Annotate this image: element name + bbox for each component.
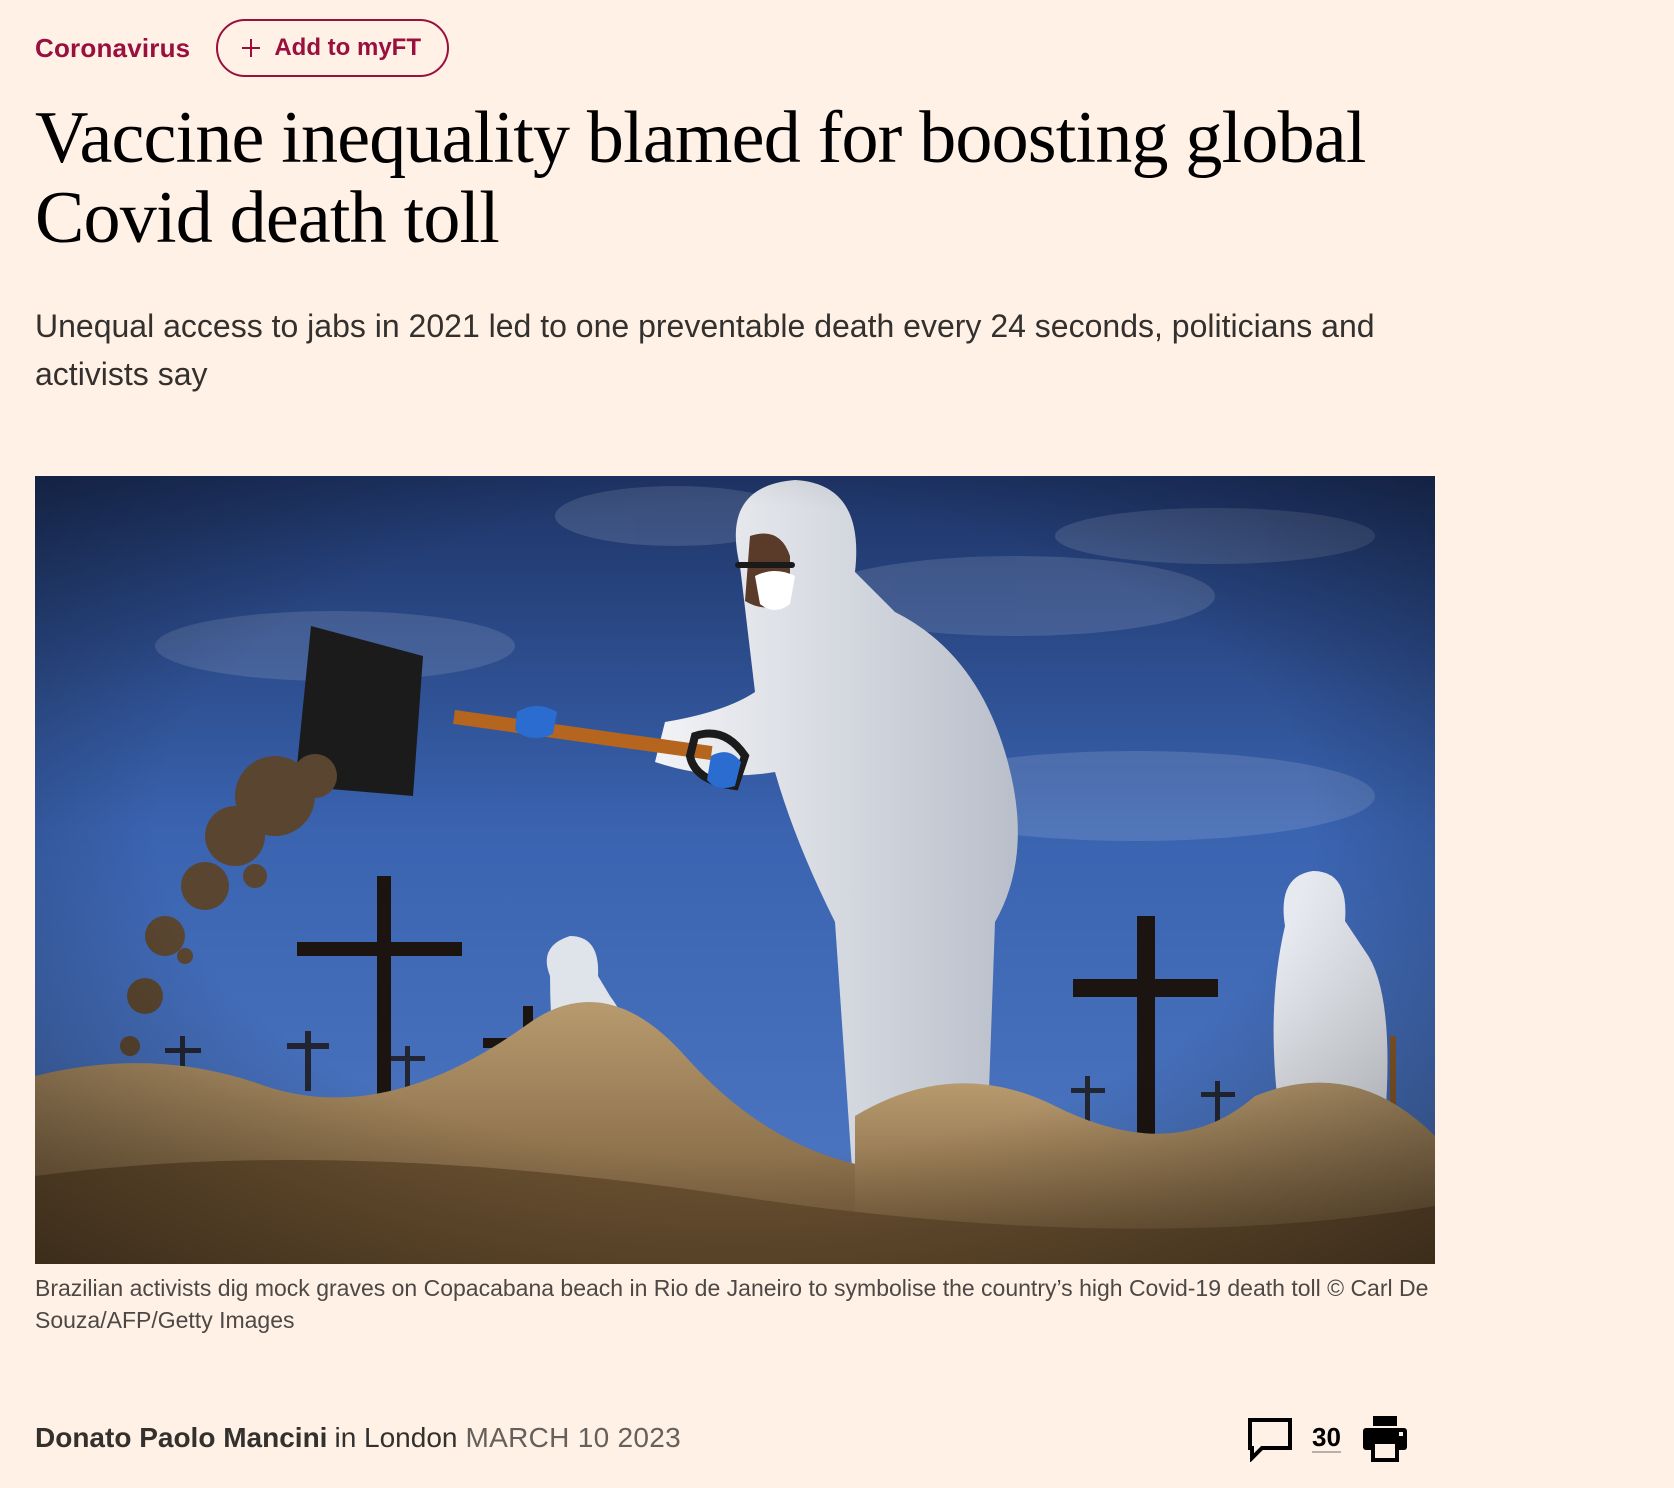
add-to-myft-label: Add to myFT	[274, 34, 421, 61]
publish-date: MARCH 10 2023	[465, 1422, 682, 1453]
comment-count[interactable]: 30	[1312, 1423, 1341, 1453]
article-topic-row: Coronavirus Add to myFT	[35, 18, 449, 78]
add-to-myft-button[interactable]: Add to myFT	[216, 19, 449, 77]
speech-bubble-icon[interactable]	[1246, 1414, 1294, 1462]
article-main-image	[35, 476, 1435, 1264]
article-tools: 30	[1246, 1412, 1409, 1464]
byline-location: in London	[334, 1422, 458, 1453]
byline: Donato Paolo Mancini in London MARCH 10 …	[35, 1418, 681, 1458]
article-standfirst: Unequal access to jabs in 2021 led to on…	[35, 308, 1375, 392]
topic-link[interactable]: Coronavirus	[35, 33, 190, 64]
image-caption: Brazilian activists dig mock graves on C…	[35, 1275, 1429, 1333]
article-headline: Vaccine inequality blamed for boosting g…	[35, 97, 1366, 259]
author-link[interactable]: Donato Paolo Mancini	[35, 1422, 327, 1454]
printer-icon[interactable]	[1361, 1414, 1409, 1462]
plus-icon	[242, 39, 261, 57]
